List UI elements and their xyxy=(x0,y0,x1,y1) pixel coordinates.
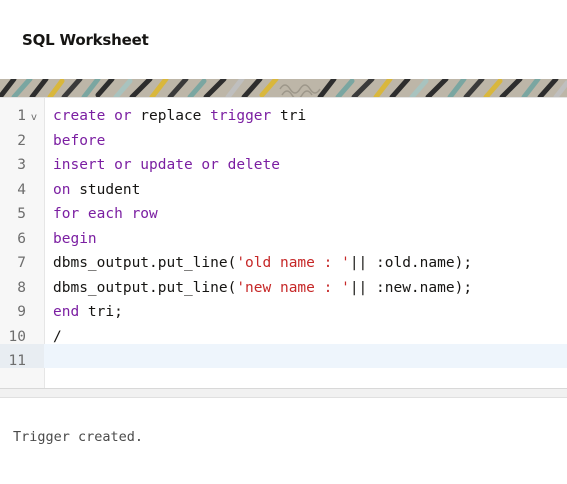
line-number: 5 xyxy=(17,206,26,222)
code-text[interactable]: on student xyxy=(53,178,140,202)
line-number: 9 xyxy=(17,304,26,320)
pane-splitter[interactable] xyxy=(0,388,567,398)
line-number: 1 xyxy=(17,108,26,124)
code-line[interactable]: 3 insert or update or delete xyxy=(0,153,567,177)
page-title: SQL Worksheet xyxy=(22,31,149,49)
keyword-token: for each row xyxy=(53,206,158,222)
banner-pattern-icon xyxy=(0,79,567,97)
keyword-token: create or xyxy=(53,108,132,124)
keyword-token: before xyxy=(53,132,106,149)
code-token: / xyxy=(53,328,62,345)
code-text[interactable]: dbms_output.put_line('old name : '|| :ol… xyxy=(53,251,472,275)
decorative-banner xyxy=(0,79,567,97)
code-text[interactable]: insert or update or delete xyxy=(53,153,280,177)
line-number: 4 xyxy=(17,181,26,198)
code-token: student xyxy=(70,181,141,198)
code-line[interactable]: 6 begin xyxy=(0,227,567,251)
line-number: 2 xyxy=(17,132,26,149)
line-number: 10 xyxy=(8,328,26,345)
code-text[interactable]: before xyxy=(53,129,105,153)
worksheet-header: SQL Worksheet xyxy=(0,0,567,79)
code-token: dbms_output.put_line( xyxy=(53,279,237,296)
code-line[interactable]: 1 v create or replace trigger tri xyxy=(0,104,567,128)
script-output-pane: Trigger created. xyxy=(0,398,567,484)
line-number: 6 xyxy=(17,230,26,247)
keyword-token: insert or update or delete xyxy=(53,157,280,173)
code-text[interactable]: create or replace trigger tri xyxy=(53,104,306,128)
line-number: 11 xyxy=(8,353,26,369)
line-number: 3 xyxy=(17,157,26,173)
code-text[interactable]: dbms_output.put_line('new name : '|| :ne… xyxy=(53,276,472,300)
code-token: dbms_output.put_line( xyxy=(53,255,237,271)
code-line[interactable]: 5 for each row xyxy=(0,202,567,226)
code-line[interactable]: 2 before xyxy=(0,129,567,153)
keyword-token: on xyxy=(53,181,71,198)
code-text[interactable]: for each row xyxy=(53,202,158,226)
code-text[interactable]: begin xyxy=(53,227,97,251)
output-message: Trigger created. xyxy=(13,429,144,445)
line-number: 8 xyxy=(17,279,26,296)
code-token: tri xyxy=(271,108,307,124)
code-token: replace xyxy=(131,108,211,124)
code-line[interactable]: 7 dbms_output.put_line('old name : '|| :o… xyxy=(0,251,567,275)
code-editor[interactable]: 1 v create or replace trigger tri 2 before 3 i… xyxy=(0,97,567,389)
chevron-down-icon[interactable]: v xyxy=(31,106,41,130)
code-line[interactable]: 11 xyxy=(0,349,567,373)
code-token: || :new.name); xyxy=(349,279,473,296)
keyword-token: end xyxy=(53,304,80,320)
code-token: tri; xyxy=(79,304,123,320)
code-line[interactable]: 8 dbms_output.put_line('new name : '|| :n… xyxy=(0,276,567,300)
code-token: || :old.name); xyxy=(349,255,473,271)
string-token: 'new name : ' xyxy=(236,279,350,296)
code-text[interactable]: end tri; xyxy=(53,300,123,324)
keyword-token: trigger xyxy=(210,108,272,124)
code-line[interactable]: 10 / xyxy=(0,325,567,349)
keyword-token: begin xyxy=(53,230,97,247)
code-text[interactable]: / xyxy=(53,325,62,349)
code-line[interactable]: 4 on student xyxy=(0,178,567,202)
string-token: 'old name : ' xyxy=(236,255,350,271)
code-line[interactable]: 9 end tri; xyxy=(0,300,567,324)
line-number: 7 xyxy=(17,255,26,271)
